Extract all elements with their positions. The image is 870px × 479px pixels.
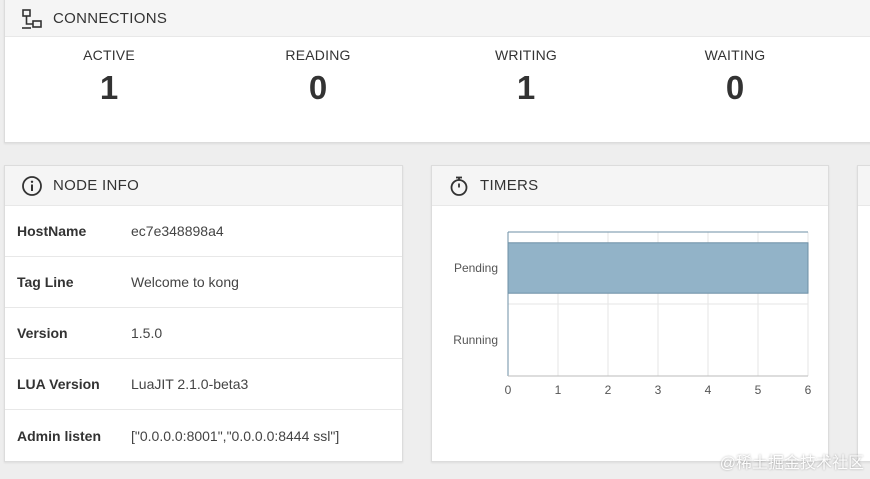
- partial-card: [857, 165, 870, 462]
- connections-stats: ACTIVE 1 READING 0 WRITING 1 WAITING 0: [5, 47, 870, 127]
- node-info-header: NODE INFO: [5, 166, 402, 206]
- stat-label: WRITING: [494, 47, 558, 63]
- x-tick-label: 3: [655, 383, 662, 397]
- timers-card: TIMERS Pending Running 0 1 2 3 4 5 6: [431, 165, 829, 462]
- category-label: Pending: [454, 261, 498, 275]
- bar-pending: [507, 242, 809, 294]
- table-row: Admin listen ["0.0.0.0:8001","0.0.0.0:84…: [5, 410, 402, 461]
- table-row: Tag Line Welcome to kong: [5, 257, 402, 308]
- partial-card-header: [858, 166, 870, 206]
- stat-value: 1: [516, 69, 536, 106]
- info-key: Tag Line: [17, 274, 74, 290]
- connections-header: CONNECTIONS: [5, 0, 870, 37]
- category-label: Running: [453, 333, 498, 347]
- timers-title: TIMERS: [480, 177, 539, 194]
- table-row: HostName ec7e348898a4: [5, 206, 402, 257]
- x-tick-label: 0: [505, 383, 512, 397]
- stopwatch-icon: [448, 175, 470, 197]
- node-info-table: HostName ec7e348898a4 Tag Line Welcome t…: [5, 206, 402, 461]
- info-key: HostName: [17, 223, 87, 239]
- info-value: Welcome to kong: [131, 274, 239, 290]
- stat-reading: READING 0: [248, 47, 388, 107]
- table-row: Version 1.5.0: [5, 308, 402, 359]
- stat-label: WAITING: [704, 47, 766, 63]
- stat-active: ACTIVE 1: [39, 47, 179, 107]
- x-tick-label: 5: [755, 383, 762, 397]
- table-row: LUA Version LuaJIT 2.1.0-beta3: [5, 359, 402, 410]
- info-value: ["0.0.0.0:8001","0.0.0.0:8444 ssl"]: [131, 427, 340, 444]
- timers-chart: Pending Running 0 1 2 3 4 5 6: [453, 231, 812, 397]
- watermark: @稀土掘金技术社区: [719, 455, 864, 472]
- stat-waiting: WAITING 0: [665, 47, 805, 107]
- stat-value: 1: [99, 69, 119, 106]
- connections-card: CONNECTIONS ACTIVE 1 READING 0 WRITING 1…: [4, 0, 870, 143]
- x-tick-label: 6: [805, 383, 812, 397]
- stat-label: READING: [285, 47, 351, 63]
- x-tick-label: 1: [555, 383, 562, 397]
- timers-header: TIMERS: [432, 166, 828, 206]
- info-value: LuaJIT 2.1.0-beta3: [131, 376, 249, 392]
- node-info-title: NODE INFO: [53, 177, 140, 194]
- info-key: Version: [17, 325, 68, 341]
- stat-writing: WRITING 1: [456, 47, 596, 107]
- info-icon: [21, 175, 43, 197]
- network-icon: [21, 8, 43, 30]
- info-key: Admin listen: [17, 427, 102, 444]
- x-tick-label: 2: [605, 383, 612, 397]
- connections-title: CONNECTIONS: [53, 10, 168, 27]
- stat-value: 0: [308, 69, 328, 106]
- info-value: ec7e348898a4: [131, 223, 224, 239]
- stat-label: ACTIVE: [83, 47, 135, 63]
- info-key: LUA Version: [17, 376, 100, 392]
- x-tick-label: 4: [705, 383, 712, 397]
- info-value: 1.5.0: [131, 325, 163, 341]
- stat-value: 0: [725, 69, 745, 106]
- node-info-card: NODE INFO HostName ec7e348898a4 Tag Line…: [4, 165, 403, 462]
